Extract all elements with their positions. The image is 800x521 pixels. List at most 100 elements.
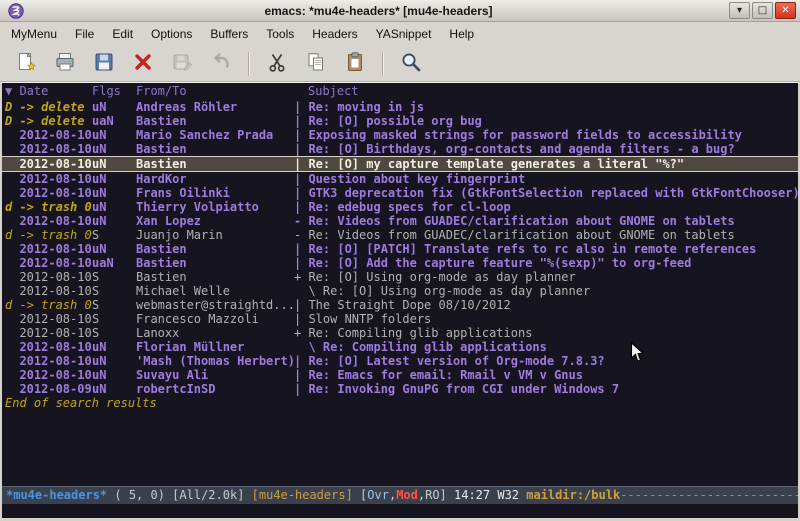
- message-row-current[interactable]: 2012-08-10uNBastien| Re: [O] my capture …: [2, 156, 798, 172]
- copy-button[interactable]: [298, 49, 334, 79]
- message-date: 2012-08-10: [5, 214, 92, 228]
- message-flags: uN: [92, 186, 136, 200]
- buffer-empty-area: [2, 410, 798, 486]
- column-header-date: ▼ Date: [5, 83, 92, 100]
- modeline-path: maildir:/bulk: [526, 488, 620, 502]
- message-flags: uN: [92, 200, 136, 214]
- message-row[interactable]: d -> trash 0uNThierry Volpiatto| Re: ede…: [2, 200, 798, 214]
- message-row[interactable]: 2012-08-10SBastien+ Re: [O] Using org-mo…: [2, 270, 798, 284]
- search-button[interactable]: [393, 49, 429, 79]
- message-flags: uN: [92, 354, 136, 368]
- search-icon: [400, 51, 422, 76]
- window-title: emacs: *mu4e-headers* [mu4e-headers]: [28, 4, 729, 18]
- message-flags: S: [92, 326, 136, 340]
- message-row[interactable]: 2012-08-10SFrancesco Mazzoli| Slow NNTP …: [2, 312, 798, 326]
- emacs-app-icon: [8, 3, 24, 19]
- message-row[interactable]: 2012-08-09uNrobertcInSD| Re: Invoking Gn…: [2, 382, 798, 396]
- message-row[interactable]: 2012-08-10uNBastien| Re: [O] [PATCH] Tra…: [2, 242, 798, 256]
- message-list: D -> deleteuNAndreas Röhler| Re: moving …: [2, 100, 798, 396]
- maximize-button[interactable]: □: [752, 2, 773, 19]
- message-from: Frans Oilinki: [136, 186, 294, 200]
- menu-item-yasnippet[interactable]: YASnippet: [367, 23, 441, 45]
- print-button[interactable]: [47, 49, 83, 79]
- modeline-strong: 14:27 W32: [454, 488, 526, 502]
- message-row[interactable]: 2012-08-10SLanoxx+ Re: Compiling glib ap…: [2, 326, 798, 340]
- message-subject: | Re: [O] Add the capture feature "%(sex…: [294, 256, 798, 270]
- message-subject: | Re: [O] Birthdays, org-contacts and ag…: [294, 142, 798, 156]
- message-from: Florian Müllner: [136, 340, 294, 354]
- message-mark: d -> trash 0: [5, 228, 92, 242]
- new-file-button[interactable]: [8, 49, 44, 79]
- menu-item-buffers[interactable]: Buffers: [201, 23, 257, 45]
- message-row[interactable]: d -> trash 0Swebmaster@straightd...| The…: [2, 298, 798, 312]
- message-row[interactable]: d -> trash 0SJuanjo Marin- Re: Videos fr…: [2, 228, 798, 242]
- message-subject: | Re: Emacs for email: Rmail v VM v Gnus: [294, 368, 798, 382]
- message-row[interactable]: 2012-08-10uNFrans Oilinki| GTK3 deprecat…: [2, 186, 798, 200]
- message-date: 2012-08-10: [5, 326, 92, 340]
- menu-item-mymenu[interactable]: MyMenu: [2, 23, 66, 45]
- message-from: robertcInSD: [136, 382, 294, 396]
- kill-buffer-button[interactable]: [125, 49, 161, 79]
- message-row[interactable]: 2012-08-10uNFlorian Müllner \ Re: Compil…: [2, 340, 798, 354]
- minimize-button[interactable]: ▾: [729, 2, 750, 19]
- message-from: Francesco Mazzoli: [136, 312, 294, 326]
- message-mark: D -> delete: [5, 100, 92, 114]
- undo-icon: [210, 51, 232, 76]
- message-flags: S: [92, 270, 136, 284]
- message-flags: uN: [92, 368, 136, 382]
- message-date: 2012-08-09: [5, 382, 92, 396]
- message-subject: | Slow NNTP folders: [294, 312, 798, 326]
- message-subject: \ Re: [O] Using org-mode as day planner: [294, 284, 798, 298]
- message-date: 2012-08-10: [5, 270, 92, 284]
- message-row[interactable]: 2012-08-10uNXan Lopez- Re: Videos from G…: [2, 214, 798, 228]
- message-subject: | Re: [O] Latest version of Org-mode 7.8…: [294, 354, 798, 368]
- minibuffer[interactable]: [2, 504, 798, 518]
- message-from: Bastien: [136, 242, 294, 256]
- titlebar: emacs: *mu4e-headers* [mu4e-headers] ▾ □…: [0, 0, 800, 22]
- print-icon: [54, 51, 76, 76]
- message-row[interactable]: 2012-08-10uNSuvayu Ali| Re: Emacs for em…: [2, 368, 798, 382]
- menu-item-edit[interactable]: Edit: [103, 23, 142, 45]
- message-row[interactable]: 2012-08-10uN'Mash (Thomas Herbert)| Re: …: [2, 354, 798, 368]
- menu-item-tools[interactable]: Tools: [257, 23, 303, 45]
- message-flags: S: [92, 284, 136, 298]
- menu-item-options[interactable]: Options: [142, 23, 201, 45]
- column-header-flags: Flgs: [92, 83, 136, 100]
- column-header-subject: Subject: [294, 83, 798, 100]
- message-from: Bastien: [136, 256, 294, 270]
- new-file-icon: [15, 51, 37, 76]
- message-row[interactable]: 2012-08-10uNMario Sanchez Prada| Exposin…: [2, 128, 798, 142]
- message-subject: + Re: Compiling glib applications: [294, 326, 798, 340]
- message-flags: uN: [92, 242, 136, 256]
- message-from: Andreas Röhler: [136, 100, 294, 114]
- menu-item-file[interactable]: File: [66, 23, 103, 45]
- message-date: 2012-08-10: [5, 128, 92, 142]
- message-row[interactable]: D -> deleteuNAndreas Röhler| Re: moving …: [2, 100, 798, 114]
- save-as-button: [164, 49, 200, 79]
- message-flags: uN: [92, 157, 136, 171]
- message-row[interactable]: 2012-08-10uNHardKor| Question about key …: [2, 172, 798, 186]
- frame-content: ▼ Date Flgs From/To Subject D -> deleteu…: [0, 82, 800, 521]
- message-row[interactable]: 2012-08-10uaNBastien| Re: [O] Add the ca…: [2, 256, 798, 270]
- paste-button[interactable]: [337, 49, 373, 79]
- message-row[interactable]: D -> deleteuaNBastien| Re: [O] possible …: [2, 114, 798, 128]
- message-row[interactable]: 2012-08-10uNBastien| Re: [O] Birthdays, …: [2, 142, 798, 156]
- menu-item-headers[interactable]: Headers: [303, 23, 366, 45]
- message-from: Michael Welle: [136, 284, 294, 298]
- modeline-buffer-name: *mu4e-headers*: [6, 488, 107, 502]
- mode-line[interactable]: *mu4e-headers* ( 5, 0) [All/2.0k] [mu4e-…: [2, 486, 798, 504]
- message-from: Thierry Volpiatto: [136, 200, 294, 214]
- message-mark: d -> trash 0: [5, 200, 92, 214]
- save-button[interactable]: [86, 49, 122, 79]
- close-button[interactable]: ✕: [775, 2, 796, 19]
- toolbar: [0, 46, 800, 82]
- message-date: 2012-08-10: [5, 256, 92, 270]
- message-from: Bastien: [136, 270, 294, 284]
- cut-button[interactable]: [259, 49, 295, 79]
- menu-item-help[interactable]: Help: [440, 23, 483, 45]
- copy-icon: [305, 51, 327, 76]
- message-from: HardKor: [136, 172, 294, 186]
- message-row[interactable]: 2012-08-10SMichael Welle \ Re: [O] Using…: [2, 284, 798, 298]
- cut-icon: [266, 51, 288, 76]
- message-mark: d -> trash 0: [5, 298, 92, 312]
